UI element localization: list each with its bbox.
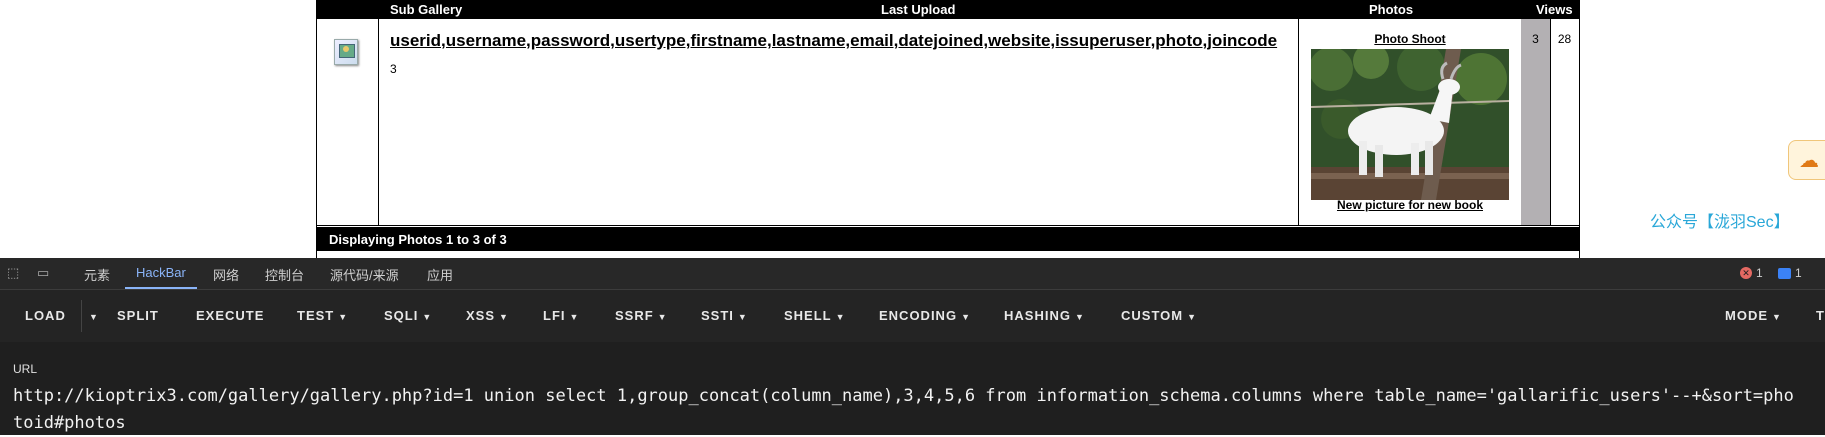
header-last-upload: Last Upload: [881, 2, 956, 17]
hashing-menu[interactable]: HASHING ▼: [1004, 308, 1085, 323]
xss-menu[interactable]: XSS ▼: [466, 308, 509, 323]
devtools-tabbar: ⬚ ▭ 元素 HackBar 网络 控制台 源代码/来源 应用 ✕ 1 1: [0, 258, 1825, 290]
url-input[interactable]: http://kioptrix3.com/gallery/gallery.php…: [13, 383, 1803, 437]
lfi-menu[interactable]: LFI ▼: [543, 308, 579, 323]
sqli-menu[interactable]: SQLI ▼: [384, 308, 432, 323]
header-sub-gallery: Sub Gallery: [390, 2, 463, 17]
views-count: 28: [1557, 32, 1572, 46]
chevron-down-icon: ▼: [737, 312, 748, 322]
chevron-down-icon: ▼: [338, 312, 349, 322]
views-count-cell: 28: [1550, 19, 1579, 225]
photo-title-link[interactable]: Photo Shoot: [1299, 32, 1521, 46]
split-button[interactable]: SPLIT: [117, 308, 159, 323]
chevron-down-icon: ▼: [657, 312, 668, 322]
photo-caption-link[interactable]: New picture for new book: [1299, 198, 1521, 212]
truncated-button[interactable]: T: [1816, 308, 1825, 323]
gallery-row: userid,username,password,usertype,firstn…: [317, 19, 1579, 226]
chevron-down-icon: ▼: [1074, 312, 1085, 322]
gallery-thumbnail-icon[interactable]: [334, 39, 358, 65]
tab-application[interactable]: 应用: [427, 265, 453, 284]
displaying-photos-text: Displaying Photos 1 to 3 of 3: [329, 232, 507, 247]
device-toolbar-icon[interactable]: ▭: [37, 266, 51, 280]
chevron-down-icon: ▼: [1772, 312, 1782, 322]
tab-elements[interactable]: 元素: [84, 265, 110, 284]
load-menu-chevron-icon[interactable]: ▼: [85, 308, 99, 323]
inspect-element-icon[interactable]: ⬚: [7, 266, 21, 280]
devtools-panel: ⬚ ▭ 元素 HackBar 网络 控制台 源代码/来源 应用 ✕ 1 1 LO…: [0, 258, 1825, 435]
chevron-down-icon: ▼: [1187, 312, 1198, 322]
error-icon: ✕: [1740, 267, 1752, 279]
mode-menu[interactable]: MODE ▼: [1725, 308, 1782, 323]
gallery-header: Sub Gallery Last Upload Photos Views: [317, 0, 1579, 19]
error-count[interactable]: ✕ 1: [1740, 266, 1763, 280]
header-photos: Photos: [1369, 2, 1414, 17]
tab-network[interactable]: 网络: [213, 265, 239, 284]
gallery-table: Sub Gallery Last Upload Photos Views use…: [316, 0, 1580, 258]
ssrf-menu[interactable]: SSRF ▼: [615, 308, 668, 323]
load-button[interactable]: LOAD: [25, 308, 66, 323]
last-upload-cell: Photo Shoot New picture for new book: [1299, 19, 1521, 225]
chevron-down-icon: ▼: [499, 312, 509, 322]
url-label: URL: [13, 362, 38, 376]
chevron-down-icon: ▼: [835, 312, 846, 322]
tab-sources[interactable]: 源代码/来源: [330, 265, 399, 284]
tab-hackbar[interactable]: HackBar: [136, 265, 186, 280]
active-tab-indicator: [125, 287, 197, 289]
test-menu[interactable]: TEST ▼: [297, 308, 348, 323]
gallery-footer: Displaying Photos 1 to 3 of 3: [317, 227, 1579, 251]
message-icon: [1778, 267, 1791, 279]
chevron-down-icon: ▼: [422, 312, 433, 322]
ssti-menu[interactable]: SSTI ▼: [701, 308, 748, 323]
photos-count: 3: [1532, 32, 1539, 46]
url-section: URL http://kioptrix3.com/gallery/gallery…: [0, 342, 1825, 435]
message-count[interactable]: 1: [1778, 266, 1802, 280]
tab-console[interactable]: 控制台: [265, 265, 304, 284]
custom-menu[interactable]: CUSTOM ▼: [1121, 308, 1197, 323]
sub-gallery-title-link[interactable]: userid,username,password,usertype,firstn…: [390, 31, 1277, 51]
goat-photo[interactable]: [1311, 49, 1509, 200]
cloud-icon[interactable]: ☁: [1788, 140, 1825, 180]
chevron-down-icon: ▼: [569, 312, 580, 322]
header-views: Views: [1536, 2, 1573, 17]
chevron-down-icon: ▼: [961, 312, 971, 322]
execute-button[interactable]: EXECUTE: [196, 308, 264, 323]
photos-count-cell: 3: [1521, 19, 1550, 225]
hackbar-toolbar: LOAD ▼ SPLIT EXECUTE TEST ▼ SQLI ▼ XSS ▼ LF…: [0, 290, 1825, 342]
encoding-menu[interactable]: ENCODING ▼: [879, 308, 971, 323]
shell-menu[interactable]: SHELL ▼: [784, 308, 846, 323]
watermark-text: 公众号【泷羽Sec】: [1650, 214, 1790, 231]
sub-gallery-description: 3: [390, 62, 397, 76]
